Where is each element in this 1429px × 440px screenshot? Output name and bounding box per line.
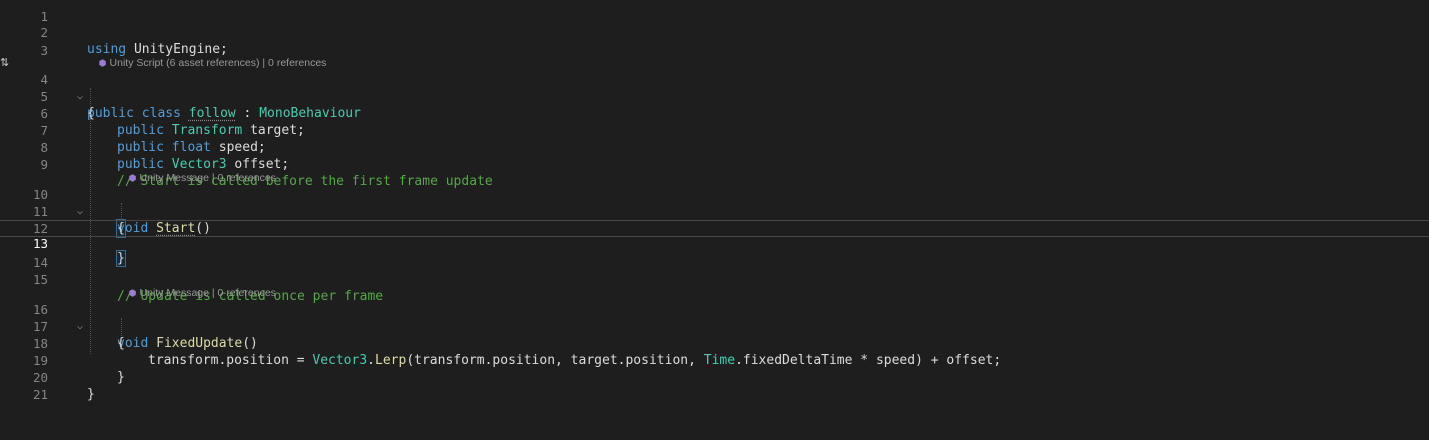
code-line-3[interactable]: 3 bbox=[0, 25, 1429, 58]
code-line-19[interactable]: 19 } bbox=[0, 335, 1429, 385]
code-line-20[interactable]: 20 } bbox=[0, 352, 1429, 402]
code-line-4[interactable]: 4 ⌵ public class follow : MonoBehaviour bbox=[0, 54, 1429, 121]
code-line-2[interactable]: 2 using UnityEngine; bbox=[0, 7, 1429, 57]
code-brace-close: } bbox=[87, 387, 95, 402]
code-line-16[interactable]: 16 ⌵ void FixedUpdate() bbox=[0, 284, 1429, 351]
code-line-9[interactable]: 9 // Start is called before the first fr… bbox=[0, 139, 1429, 189]
code-line-6[interactable]: 6 public Transform target; bbox=[0, 88, 1429, 138]
code-line-13-current[interactable]: 13 } bbox=[0, 220, 1429, 267]
code-line-18[interactable]: 18 transform.position = Vector3.Lerp(tra… bbox=[0, 318, 1429, 368]
code-line-14[interactable]: 14 bbox=[0, 237, 1429, 270]
code-line-15[interactable]: 15 // Update is called once per frame bbox=[0, 254, 1429, 304]
code-line-11[interactable]: 11 { bbox=[0, 186, 1429, 238]
line-number: 21 bbox=[32, 387, 48, 402]
code-line-17[interactable]: 17 { bbox=[0, 301, 1429, 351]
code-line-21[interactable]: 21 bbox=[0, 369, 1429, 402]
code-line-5[interactable]: 5 { bbox=[0, 71, 1429, 121]
code-line-8[interactable]: 8 public Vector3 offset; bbox=[0, 122, 1429, 172]
code-line-12[interactable]: 12 bbox=[0, 203, 1429, 236]
code-line-7[interactable]: 7 public float speed; bbox=[0, 105, 1429, 155]
code-editor[interactable]: ⇅ 1 2 using UnityEngine; 3 ⬢ Unity Script… bbox=[0, 0, 1429, 440]
code-line-10[interactable]: 10 ⌵ void Start() bbox=[0, 169, 1429, 236]
